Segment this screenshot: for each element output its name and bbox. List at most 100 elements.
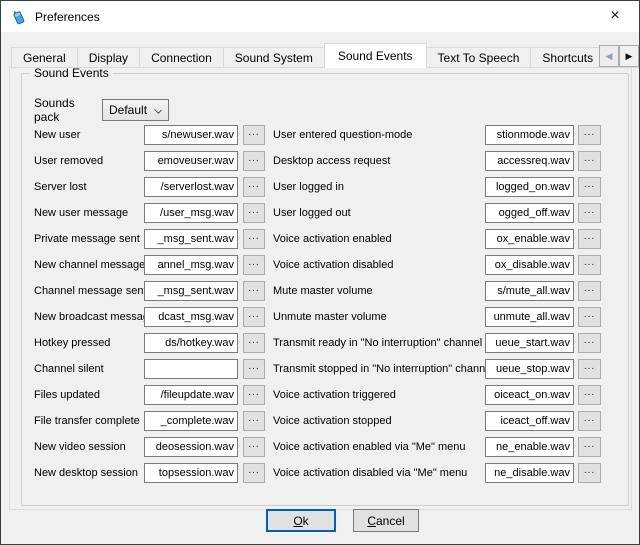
sound-event-row: Mute master volume ... (273, 281, 601, 301)
sound-file-input[interactable] (485, 333, 574, 353)
browse-button[interactable]: ... (578, 151, 601, 171)
sound-file-input[interactable] (485, 307, 574, 327)
sound-file-input[interactable] (485, 463, 574, 483)
sound-file-input[interactable] (485, 125, 574, 145)
browse-button[interactable]: ... (578, 177, 601, 197)
tab-general[interactable]: General (11, 47, 78, 68)
sound-file-input[interactable] (144, 385, 238, 405)
browse-button[interactable]: ... (243, 411, 265, 431)
sound-event-label: Private message sent (34, 233, 144, 245)
sounds-pack-label: Sounds pack (34, 96, 102, 124)
sound-file-input[interactable] (144, 359, 238, 379)
sound-event-label: New desktop session (34, 467, 144, 479)
cancel-button[interactable]: Cancel (353, 509, 419, 532)
browse-button[interactable]: ... (243, 463, 265, 483)
tab-display[interactable]: Display (77, 47, 140, 68)
tab-text-to-speech[interactable]: Text To Speech (426, 47, 532, 68)
browse-button[interactable]: ... (578, 437, 601, 457)
browse-button[interactable]: ... (243, 177, 265, 197)
sound-file-input[interactable] (144, 203, 238, 223)
sound-event-label: Voice activation enabled via "Me" menu (273, 441, 485, 453)
browse-button[interactable]: ... (243, 255, 265, 275)
sound-file-input[interactable] (485, 385, 574, 405)
sound-file-input[interactable] (144, 411, 238, 431)
browse-button[interactable]: ... (578, 463, 601, 483)
browse-button[interactable]: ... (578, 385, 601, 405)
sound-file-input[interactable] (485, 229, 574, 249)
sound-event-label: Mute master volume (273, 285, 485, 297)
sound-file-input[interactable] (144, 177, 238, 197)
sound-event-label: Unmute master volume (273, 311, 485, 323)
sound-file-input[interactable] (144, 229, 238, 249)
browse-button[interactable]: ... (578, 255, 601, 275)
browse-button[interactable]: ... (243, 333, 265, 353)
sound-file-input[interactable] (485, 151, 574, 171)
sound-file-input[interactable] (144, 281, 238, 301)
browse-button[interactable]: ... (578, 411, 601, 431)
sound-event-row: Channel silent ... (34, 359, 265, 379)
sound-event-row: Desktop access request ... (273, 151, 601, 171)
browse-button[interactable]: ... (578, 333, 601, 353)
tab-shortcuts[interactable]: Shortcuts (530, 47, 605, 68)
tab-sound-system[interactable]: Sound System (223, 47, 325, 68)
browse-button[interactable]: ... (243, 385, 265, 405)
sound-file-input[interactable] (144, 333, 238, 353)
browse-button[interactable]: ... (243, 281, 265, 301)
browse-button[interactable]: ... (578, 229, 601, 249)
sound-file-input[interactable] (144, 307, 238, 327)
tab-connection[interactable]: Connection (139, 47, 224, 68)
sound-event-label: User entered question-mode (273, 129, 485, 141)
sound-file-input[interactable] (485, 203, 574, 223)
sound-event-row: File transfer complete ... (34, 411, 265, 431)
sound-event-row: New video session ... (34, 437, 265, 457)
sound-event-label: User removed (34, 155, 144, 167)
browse-button[interactable]: ... (578, 281, 601, 301)
close-icon[interactable]: × (597, 1, 633, 31)
ok-button[interactable]: Ok (266, 509, 336, 532)
browse-button[interactable]: ... (578, 359, 601, 379)
cancel-rest: ancel (376, 514, 405, 528)
sound-event-label: Channel silent (34, 363, 144, 375)
sound-file-input[interactable] (485, 177, 574, 197)
cancel-accel: C (367, 514, 376, 528)
browse-button[interactable]: ... (578, 307, 601, 327)
sound-event-row: Voice activation disabled via "Me" menu … (273, 463, 601, 483)
sound-events-group: Sound Events Sounds pack Default New use… (21, 73, 629, 506)
sound-file-input[interactable] (485, 359, 574, 379)
sound-file-input[interactable] (485, 281, 574, 301)
sound-event-row: Transmit ready in "No interruption" chan… (273, 333, 601, 353)
tab-scroll-left-icon[interactable]: ◀ (599, 45, 619, 67)
sound-event-label: Channel message sent (34, 285, 144, 297)
browse-button[interactable]: ... (243, 359, 265, 379)
sound-file-input[interactable] (144, 437, 238, 457)
sound-file-input[interactable] (144, 125, 238, 145)
sound-event-label: User logged out (273, 207, 485, 219)
sound-event-row: Channel message sent ... (34, 281, 265, 301)
sound-event-label: File transfer complete (34, 415, 144, 427)
browse-button[interactable]: ... (578, 203, 601, 223)
sound-file-input[interactable] (485, 255, 574, 275)
browse-button[interactable]: ... (578, 125, 601, 145)
sound-file-input[interactable] (144, 255, 238, 275)
sound-event-label: New video session (34, 441, 144, 453)
browse-button[interactable]: ... (243, 437, 265, 457)
sound-file-input[interactable] (144, 151, 238, 171)
sound-file-input[interactable] (485, 411, 574, 431)
tab-sound-events[interactable]: Sound Events (324, 43, 427, 68)
sound-event-label: Server lost (34, 181, 144, 193)
sound-file-input[interactable] (144, 463, 238, 483)
sound-event-label: User logged in (273, 181, 485, 193)
sounds-pack-select[interactable]: Default (102, 99, 169, 121)
sound-file-input[interactable] (485, 437, 574, 457)
browse-button[interactable]: ... (243, 203, 265, 223)
sound-event-row: Transmit stopped in "No interruption" ch… (273, 359, 601, 379)
sound-event-label: Transmit ready in "No interruption" chan… (273, 337, 485, 349)
browse-button[interactable]: ... (243, 125, 265, 145)
group-title: Sound Events (30, 66, 113, 80)
tab-scroll-right-icon[interactable]: ▶ (619, 45, 639, 67)
browse-button[interactable]: ... (243, 229, 265, 249)
browse-button[interactable]: ... (243, 151, 265, 171)
sound-event-label: Voice activation disabled via "Me" menu (273, 467, 485, 479)
tab-bar: General Display Connection Sound System … (11, 43, 639, 68)
browse-button[interactable]: ... (243, 307, 265, 327)
